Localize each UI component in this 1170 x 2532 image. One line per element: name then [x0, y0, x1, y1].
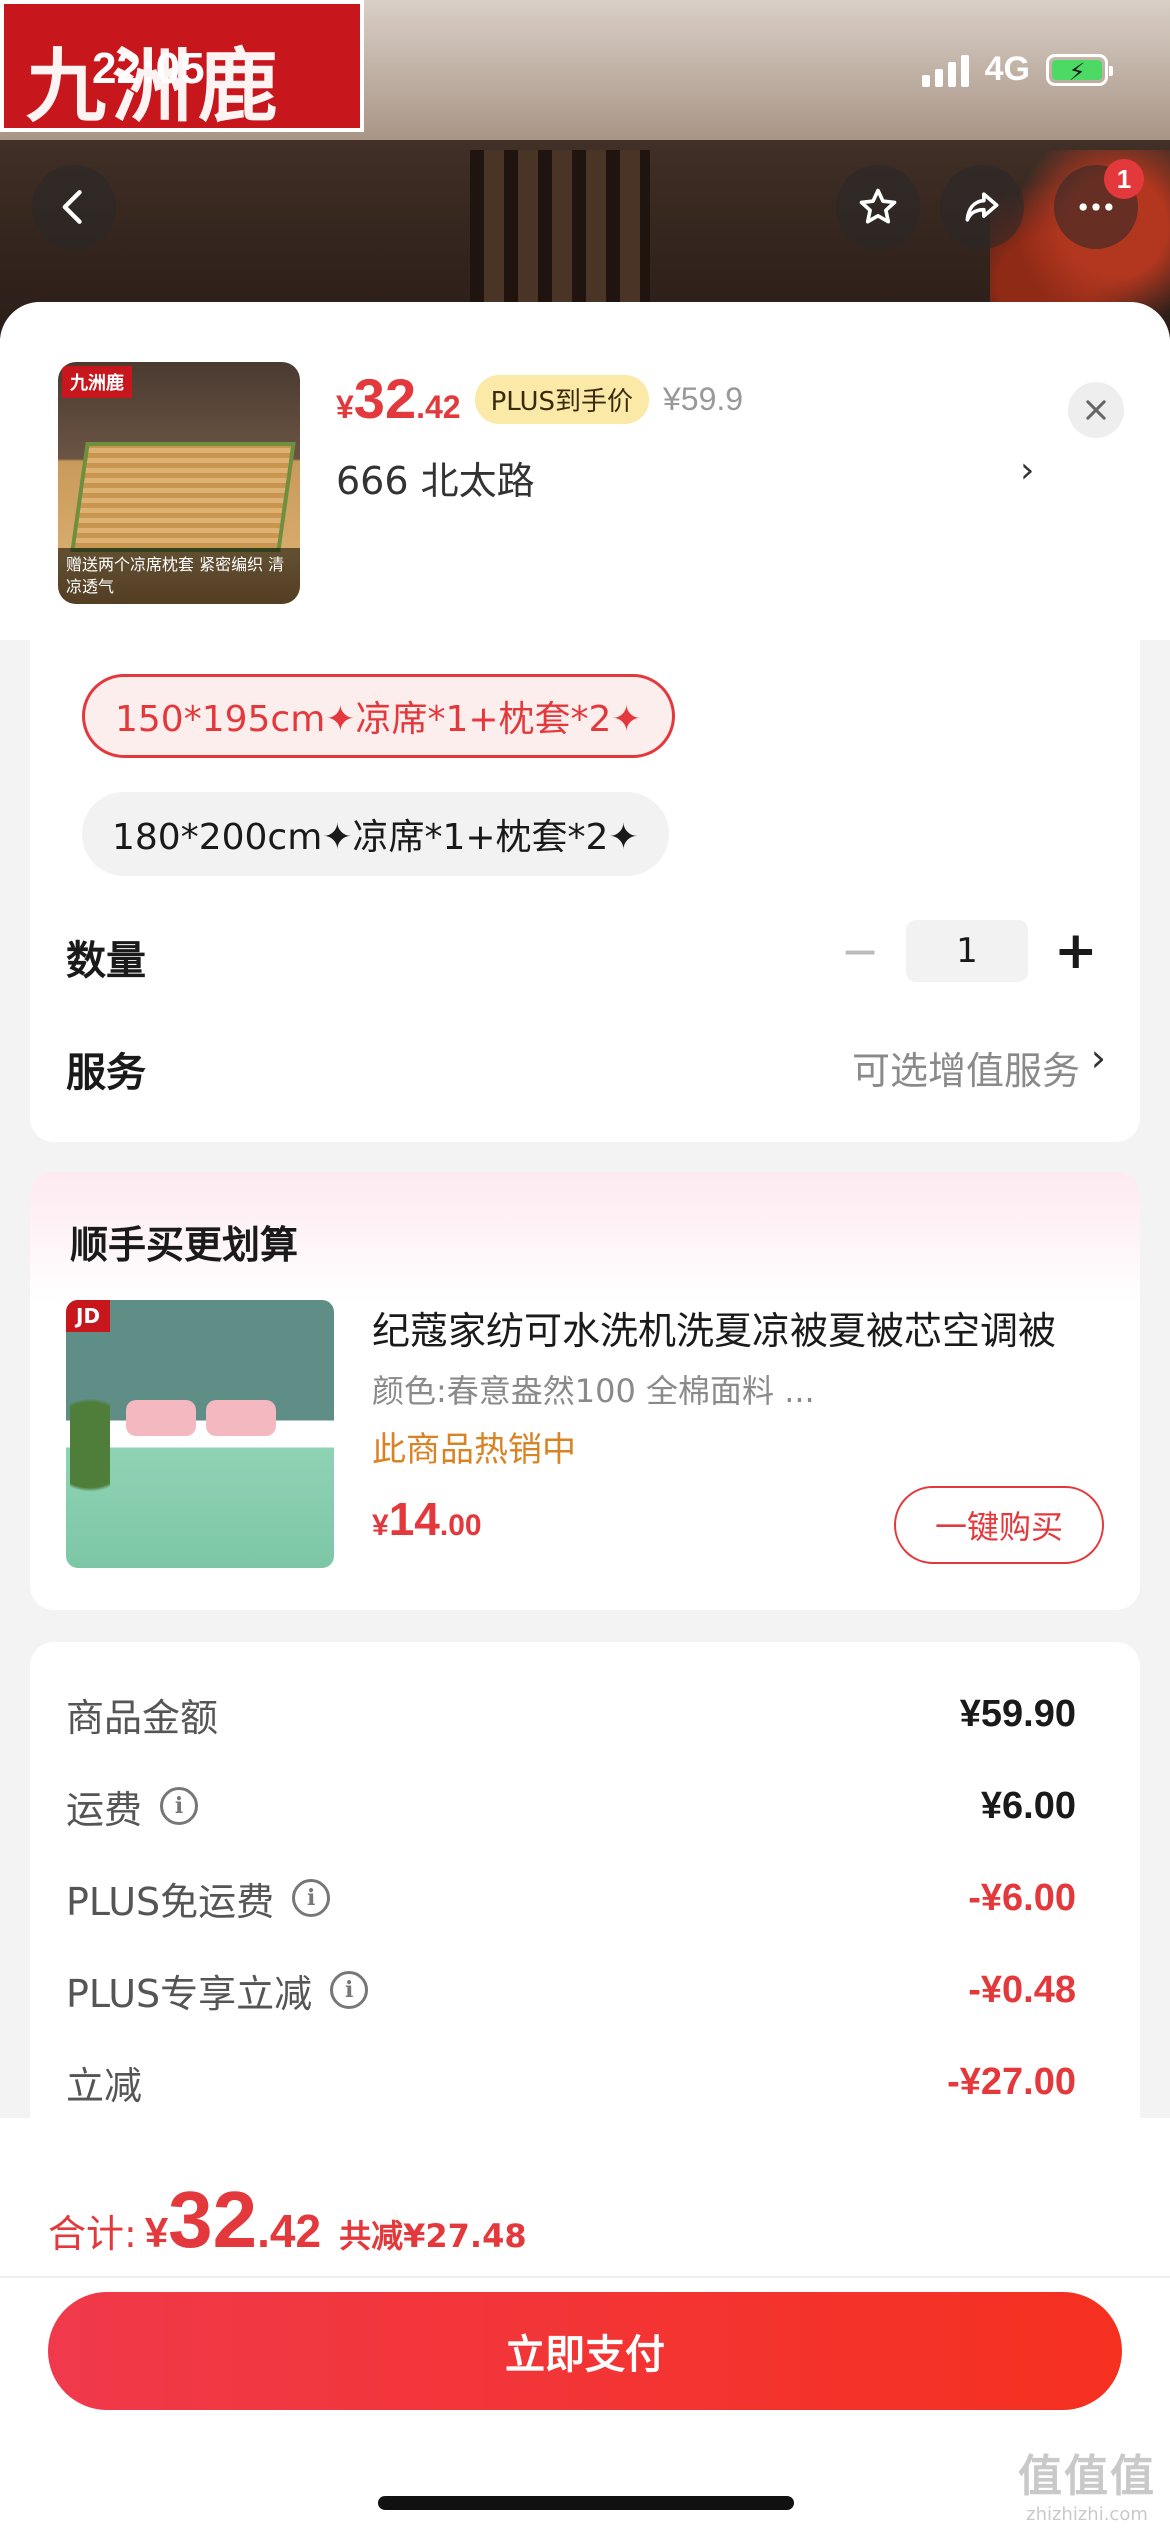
total-saved: 共减¥27.48	[339, 2217, 527, 2255]
close-icon	[1086, 400, 1106, 420]
status-indicators: 4G ⚡	[921, 50, 1113, 89]
cost-value: -¥27.00	[947, 2060, 1076, 2103]
spec-option-selected[interactable]: 150*195cm✦凉席*1+枕套*2✦	[82, 674, 675, 758]
cost-value: -¥6.00	[968, 1876, 1076, 1919]
cost-row: 商品金额 ¥59.90	[66, 1684, 1076, 1744]
divider	[0, 2276, 1170, 2278]
original-price: ¥59.9	[662, 381, 744, 417]
close-button[interactable]	[1068, 382, 1124, 438]
favorite-button[interactable]	[836, 165, 920, 249]
plus-price-tag: PLUS到手价	[474, 375, 649, 424]
order-total: 合计: ¥32.42 共减¥27.48	[48, 2175, 527, 2264]
cost-row: 立减 -¥27.00	[66, 2052, 1076, 2112]
bundle-price: ¥14.00	[372, 1493, 482, 1545]
service-label: 服务	[66, 1050, 146, 1096]
one-click-buy-button[interactable]: 一键购买	[894, 1486, 1104, 1564]
bundle-product-image[interactable]: JD	[66, 1300, 334, 1568]
status-time: 22:05	[92, 44, 205, 93]
more-button[interactable]: 1	[1054, 159, 1144, 249]
info-icon[interactable]: i	[292, 1879, 331, 1917]
total-label: 合计:	[48, 2212, 137, 2256]
battery-icon: ⚡	[1046, 53, 1113, 86]
checkout-footer: 合计: ¥32.42 共减¥27.48 立即支付	[0, 2118, 1170, 2532]
chevron-right-icon[interactable]: ›	[1020, 450, 1034, 491]
info-icon[interactable]: i	[160, 1787, 199, 1825]
chevron-right-icon[interactable]: ›	[1091, 1036, 1106, 1080]
signal-icon	[921, 53, 969, 87]
sheet-header: 九洲鹿 赠送两个凉席枕套 紧密编织 清凉透气 ¥32.42 PLUS到手价 ¥5…	[0, 302, 1170, 640]
spec-card: 150*195cm✦凉席*1+枕套*2✦ 180*200cm✦凉席*1+枕套*2…	[30, 640, 1140, 1142]
notification-badge: 1	[1104, 159, 1144, 199]
product-thumbnail: 九洲鹿 赠送两个凉席枕套 紧密编织 清凉透气	[58, 362, 300, 604]
cost-label: PLUS专享立减 i	[66, 1963, 369, 2018]
bundle-product-spec: 颜色:春意盎然100 全棉面料 ...	[372, 1372, 815, 1410]
back-icon	[62, 190, 82, 224]
cost-value: -¥0.48	[968, 1968, 1076, 2011]
service-value[interactable]: 可选增值服务	[852, 1040, 1080, 1095]
cost-label: PLUS免运费 i	[66, 1871, 331, 1926]
cost-row: PLUS专享立减 i -¥0.48	[66, 1960, 1076, 2020]
bundle-hot-label: 此商品热销中	[372, 1430, 576, 1470]
thumb-logo: 九洲鹿	[62, 366, 132, 398]
star-icon	[859, 188, 897, 224]
delivery-address[interactable]: 666 北太路	[336, 450, 535, 505]
spec-option[interactable]: 180*200cm✦凉席*1+枕套*2✦	[82, 792, 669, 876]
cost-label: 立减	[66, 2063, 143, 2108]
cost-value: ¥6.00	[980, 1784, 1076, 1827]
info-icon[interactable]: i	[330, 1971, 369, 2009]
plus-price: ¥32.42	[336, 367, 461, 430]
cost-label: 商品金额	[66, 1695, 219, 1740]
price-row: ¥32.42 PLUS到手价 ¥59.9	[336, 366, 743, 432]
thumb-caption: 赠送两个凉席枕套 紧密编织 清凉透气	[58, 548, 300, 604]
bundle-title: 顺手买更划算	[70, 1223, 299, 1267]
thumb-mat	[70, 442, 296, 552]
home-indicator[interactable]	[378, 2496, 794, 2510]
quantity-stepper: − 1 +	[840, 920, 1098, 982]
pay-now-button[interactable]: 立即支付	[48, 2292, 1122, 2410]
cost-value: ¥59.90	[959, 1692, 1076, 1735]
watermark: 值值值 zhizhizhi.com	[1018, 2451, 1156, 2525]
quantity-label: 数量	[66, 938, 146, 984]
back-button[interactable]	[32, 165, 116, 249]
cost-row: 运费 i ¥6.00	[66, 1776, 1076, 1836]
bundle-img-logo: JD	[66, 1300, 111, 1332]
quantity-input[interactable]: 1	[906, 920, 1028, 982]
share-icon	[965, 192, 999, 222]
network-type: 4G	[984, 50, 1030, 88]
bundle-product-name[interactable]: 纪蔻家纺可水洗机洗夏凉被夏被芯空调被	[372, 1300, 1102, 1355]
cost-row: PLUS免运费 i -¥6.00	[66, 1868, 1076, 1928]
status-bar: 22:05 4G ⚡	[0, 0, 1170, 140]
quantity-minus-button[interactable]: −	[840, 924, 880, 978]
cost-label: 运费 i	[66, 1779, 199, 1834]
quantity-plus-button[interactable]: +	[1054, 921, 1098, 981]
bundle-card: 顺手买更划算 JD 纪蔻家纺可水洗机洗夏凉被夏被芯空调被 颜色:春意盎然100 …	[30, 1172, 1140, 1610]
share-button[interactable]	[940, 165, 1024, 249]
